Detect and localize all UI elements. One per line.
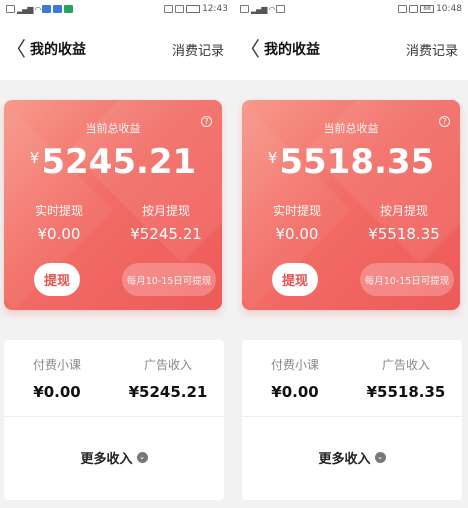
vibrate-icon [175, 5, 185, 13]
monthly-withdraw-block: 按月提现 ¥5518.35 [354, 202, 454, 243]
paid-course-block[interactable]: 付费小课 ¥0.00 [7, 356, 107, 401]
status-right-icons: 88 10:48 [398, 4, 462, 14]
vibrate-icon [409, 5, 419, 13]
app-notification-icon [64, 5, 74, 13]
ad-income-value: ¥5245.21 [128, 383, 208, 401]
monthly-withdraw-value: ¥5518.35 [368, 225, 440, 243]
withdraw-button[interactable]: 提现 [272, 263, 318, 296]
income-panel: 付费小课 ¥0.00 广告收入 ¥5518.35 更多收入 ⌄ [242, 340, 462, 500]
ad-income-label: 广告收入 [381, 358, 430, 372]
ad-income-label: 广告收入 [143, 358, 192, 372]
earnings-screen-1: ▂▄▆ ◠ 12:43 〈 我的收益 消费记录 ? 当前总收益 ¥5245.21… [0, 0, 234, 508]
back-arrow-icon[interactable]: 〈 [240, 39, 260, 59]
realtime-withdraw-value: ¥0.00 [275, 225, 319, 243]
realtime-withdraw-label: 实时提现 [272, 204, 321, 218]
nfc-icon [164, 5, 174, 13]
monthly-withdraw-note: 每月10-15日可提现 [360, 263, 454, 296]
wifi-icon: ◠ [268, 4, 275, 14]
nfc-icon [398, 5, 408, 13]
page-title: 我的收益 [30, 42, 86, 58]
consumption-record-link[interactable]: 消费记录 [172, 40, 224, 59]
chevron-down-icon: ⌄ [374, 452, 386, 463]
monthly-withdraw-label: 按月提现 [141, 204, 190, 218]
nav-left: 〈 我的收益 [240, 39, 320, 59]
monthly-withdraw-label: 按月提现 [379, 204, 428, 218]
status-bar: ▂▄▆ ◠ 12:43 [0, 0, 234, 18]
battery-icon: 88 [420, 5, 435, 13]
total-earnings-value: 5245.21 [41, 142, 197, 182]
back-arrow-icon[interactable]: 〈 [6, 39, 26, 59]
nav-bar: 〈 我的收益 消费记录 [234, 18, 468, 80]
notification-icon [240, 5, 249, 13]
ad-income-block[interactable]: 广告收入 ¥5518.35 [356, 356, 456, 401]
total-earnings-amount: ¥5245.21 [4, 142, 222, 182]
status-left-icons: ▂▄▆ ◠ [240, 4, 286, 14]
screenshot-pair: ▂▄▆ ◠ 12:43 〈 我的收益 消费记录 ? 当前总收益 ¥5245.21… [0, 0, 468, 508]
more-income-button[interactable]: 更多收入 ⌄ [242, 448, 462, 467]
wifi-icon: ◠ [34, 4, 41, 14]
status-left-icons: ▂▄▆ ◠ [6, 4, 74, 14]
more-income-label: 更多收入 [318, 452, 371, 467]
divider [4, 416, 224, 417]
divider [242, 416, 462, 417]
withdraw-button[interactable]: 提现 [34, 263, 80, 296]
total-earnings-value: 5518.35 [279, 142, 435, 182]
total-earnings-label: 当前总收益 [323, 122, 379, 135]
nav-bar: 〈 我的收益 消费记录 [0, 18, 234, 80]
income-panel: 付费小课 ¥0.00 广告收入 ¥5245.21 更多收入 ⌄ [4, 340, 224, 500]
realtime-withdraw-block: 实时提现 ¥0.00 [247, 202, 347, 243]
notification-icon [6, 5, 15, 13]
signal-icon: ▂▄▆ [251, 4, 268, 14]
signal-icon: ▂▄▆ [17, 4, 34, 14]
realtime-withdraw-label: 实时提现 [34, 204, 83, 218]
monthly-withdraw-note: 每月10-15日可提现 [122, 263, 216, 296]
currency-symbol: ¥ [267, 149, 278, 167]
status-time: 10:48 [436, 4, 462, 14]
nav-left: 〈 我的收益 [6, 39, 86, 59]
ad-income-value: ¥5518.35 [366, 383, 446, 401]
status-time: 12:43 [202, 4, 228, 14]
app-notification-icon [42, 5, 52, 13]
chevron-down-icon: ⌄ [136, 452, 148, 463]
currency-symbol: ¥ [29, 149, 40, 167]
paid-course-value: ¥0.00 [271, 383, 319, 401]
page-title: 我的收益 [264, 42, 320, 58]
paid-course-label: 付费小课 [270, 358, 319, 372]
monthly-withdraw-value: ¥5245.21 [130, 225, 202, 243]
paid-course-label: 付费小课 [32, 358, 81, 372]
paid-course-block[interactable]: 付费小课 ¥0.00 [245, 356, 345, 401]
earnings-card: ? 当前总收益 ¥5518.35 实时提现 ¥0.00 按月提现 ¥5518.3… [242, 100, 460, 310]
earnings-screen-2: ▂▄▆ ◠ 88 10:48 〈 我的收益 消费记录 ? 当前总收益 ¥5518… [234, 0, 468, 508]
realtime-withdraw-value: ¥0.00 [37, 225, 81, 243]
paid-course-value: ¥0.00 [33, 383, 81, 401]
status-right-icons: 12:43 [164, 4, 228, 14]
realtime-withdraw-block: 实时提现 ¥0.00 [9, 202, 109, 243]
status-bar: ▂▄▆ ◠ 88 10:48 [234, 0, 468, 18]
total-earnings-label: 当前总收益 [85, 122, 141, 135]
monthly-withdraw-block: 按月提现 ¥5245.21 [116, 202, 216, 243]
app-notification-icon [53, 5, 63, 13]
more-income-label: 更多收入 [80, 452, 133, 467]
app-notification-icon [276, 5, 286, 13]
battery-icon [186, 5, 201, 13]
consumption-record-link[interactable]: 消费记录 [406, 40, 458, 59]
more-income-button[interactable]: 更多收入 ⌄ [4, 448, 224, 467]
ad-income-block[interactable]: 广告收入 ¥5245.21 [118, 356, 218, 401]
earnings-card: ? 当前总收益 ¥5245.21 实时提现 ¥0.00 按月提现 ¥5245.2… [4, 100, 222, 310]
total-earnings-amount: ¥5518.35 [242, 142, 460, 182]
